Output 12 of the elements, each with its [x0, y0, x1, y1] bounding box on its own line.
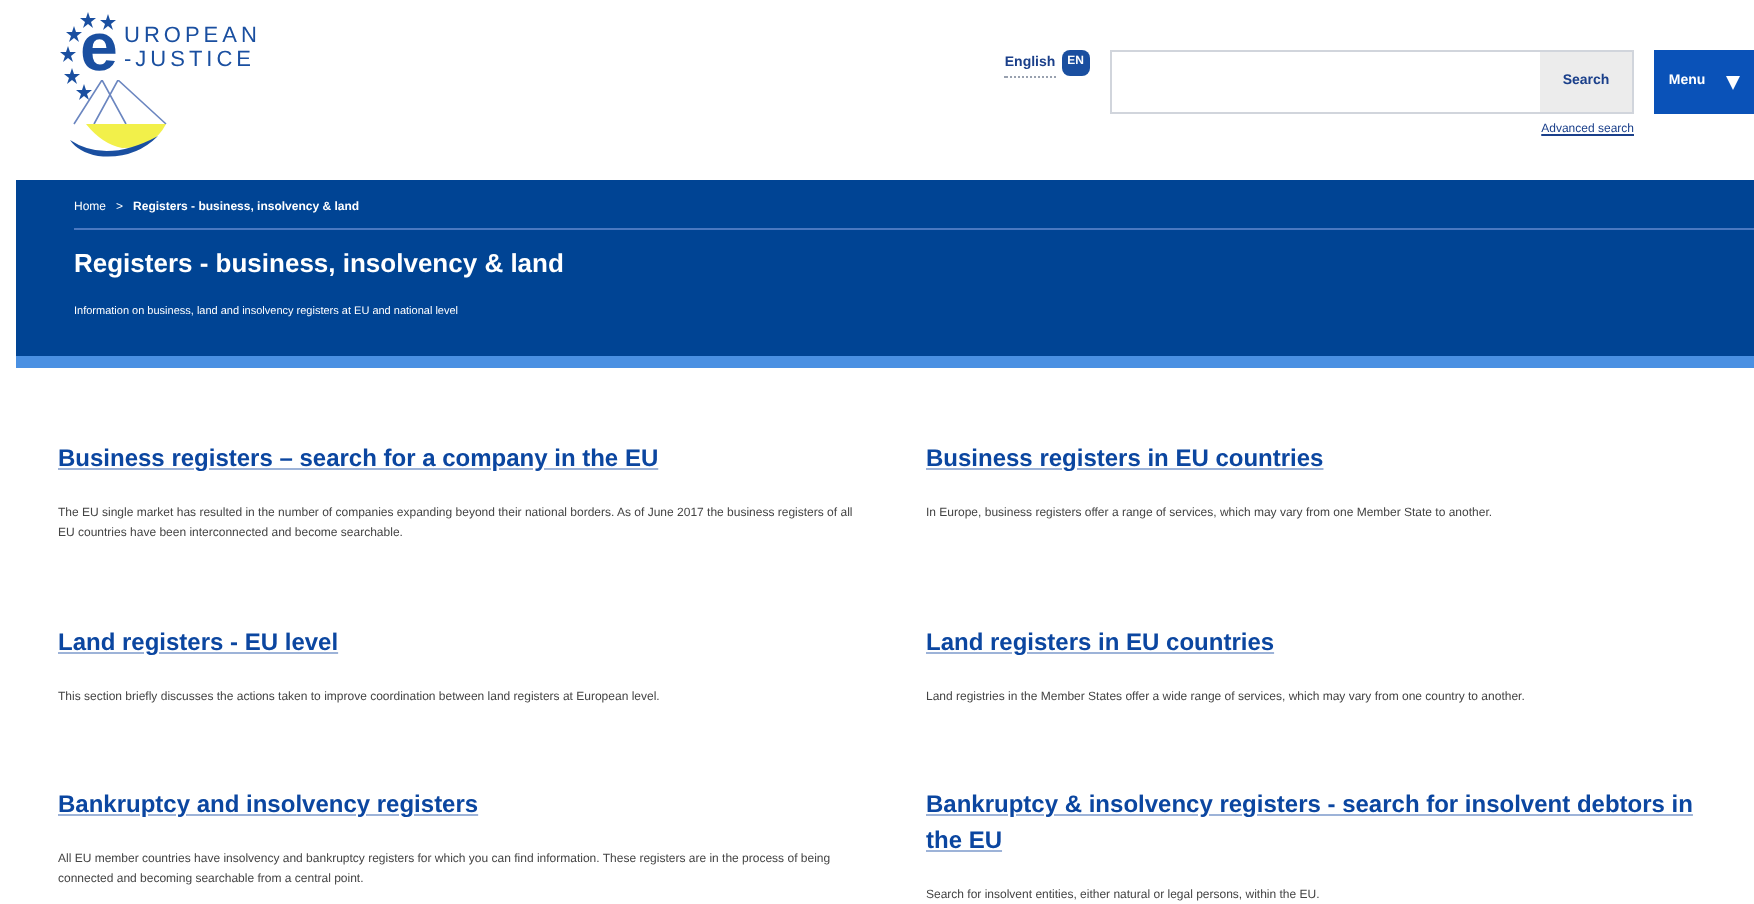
section-link[interactable]: Bankruptcy & insolvency registers - search for insolvent debtors in the EU — [926, 786, 1734, 858]
section-link[interactable]: Land registers in EU countries — [926, 624, 1734, 660]
section-link[interactable]: Business registers – search for a company in the EU — [58, 440, 866, 476]
section-link[interactable]: Bankruptcy and insolvency registers — [58, 786, 866, 822]
logo-letter: e — [80, 14, 118, 82]
caret-icon — [1725, 75, 1740, 89]
logo-text: UROPEAN — [124, 26, 261, 48]
section-link[interactable]: Business registers in EU countries — [926, 440, 1734, 476]
section-link[interactable]: Land registers - EU level — [58, 624, 866, 660]
page-title: Registers - business, insolvency & land — [74, 250, 566, 276]
logo-text: -JUSTICE — [124, 50, 255, 72]
scales-drawing — [66, 80, 170, 160]
